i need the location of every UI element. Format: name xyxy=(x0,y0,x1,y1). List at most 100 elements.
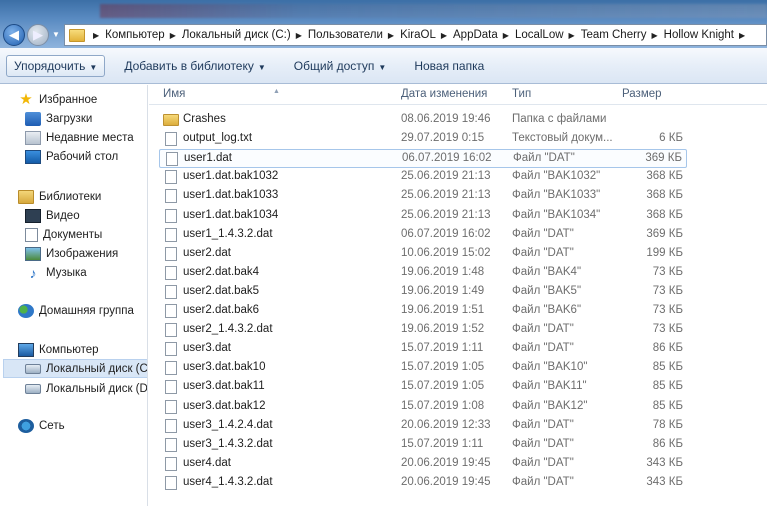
sort-ascending-icon: ▲ xyxy=(273,88,280,95)
breadcrumb-segment[interactable]: Компьютер xyxy=(105,29,165,41)
breadcrumb-separator-icon[interactable]: ▶ xyxy=(441,31,447,40)
file-date: 06.07.2019 16:02 xyxy=(401,227,491,240)
file-date: 10.06.2019 15:02 xyxy=(401,246,491,259)
nav-music[interactable]: ♪ Музыка xyxy=(25,263,87,282)
file-row[interactable]: user1.dat.bak1034 25.06.2019 21:13 Файл "B… xyxy=(159,207,687,226)
file-row[interactable]: user3.dat.bak10 15.07.2019 1:05 Файл "BAK1… xyxy=(159,359,687,378)
nav-network[interactable]: Сеть xyxy=(18,416,65,435)
folder-icon xyxy=(69,28,85,42)
file-type: Файл "DAT" xyxy=(512,437,574,450)
breadcrumb-segment[interactable]: KiraOL xyxy=(400,29,436,41)
file-row[interactable]: user1.dat.bak1033 25.06.2019 21:13 Файл "B… xyxy=(159,187,687,206)
file-row[interactable]: Crashes 08.06.2019 19:46 Папка с файлами xyxy=(159,111,687,130)
file-row[interactable]: user2.dat.bak5 19.06.2019 1:49 Файл "BAK5"… xyxy=(159,283,687,302)
nav-libraries[interactable]: Библиотеки xyxy=(18,187,101,206)
breadcrumb-separator-icon[interactable]: ▶ xyxy=(503,31,509,40)
breadcrumb-segment[interactable]: Team Cherry xyxy=(581,29,647,41)
file-row[interactable]: user3_1.4.2.4.dat 20.06.2019 12:33 Файл "D… xyxy=(159,417,687,436)
file-row[interactable]: user1.dat 06.07.2019 16:02 Файл "DAT" 369 К… xyxy=(159,149,687,169)
file-row[interactable]: user4.dat 20.06.2019 19:45 Файл "DAT" 343 К… xyxy=(159,455,687,474)
file-name: user2.dat.bak6 xyxy=(183,304,260,316)
file-row[interactable]: user1.dat.bak1032 25.06.2019 21:13 Файл "B… xyxy=(159,168,687,187)
file-row[interactable]: user3_1.4.3.2.dat 15.07.2019 1:11 Файл "DA… xyxy=(159,436,687,455)
file-icon xyxy=(165,170,177,185)
breadcrumb-segment[interactable]: LocalLow xyxy=(515,29,564,41)
file-size: 73 КБ xyxy=(652,304,683,316)
nav-video[interactable]: Видео xyxy=(25,206,80,225)
file-name: user3.dat.bak10 xyxy=(183,361,266,374)
file-icon xyxy=(165,246,177,261)
file-type: Файл "DAT" xyxy=(512,323,574,336)
breadcrumb-segment[interactable]: Локальный диск (C:) xyxy=(182,29,291,41)
column-header-name[interactable]: Имя xyxy=(163,88,185,100)
breadcrumb-separator-icon[interactable]: ▶ xyxy=(296,31,302,40)
file-icon xyxy=(165,304,177,318)
breadcrumb-separator-icon[interactable]: ▶ xyxy=(569,31,575,40)
file-icon xyxy=(165,227,177,242)
nav-computer[interactable]: Компьютер xyxy=(18,340,99,359)
file-row[interactable]: user3.dat 15.07.2019 1:11 Файл "DAT" 86 КБ xyxy=(159,340,687,359)
breadcrumb-separator-icon[interactable]: ▶ xyxy=(170,31,176,40)
nav-label: Домашняя группа xyxy=(39,304,134,317)
file-row[interactable]: user2.dat.bak4 19.06.2019 1:48 Файл "BAK4"… xyxy=(159,264,687,283)
nav-desktop[interactable]: Рабочий стол xyxy=(25,147,118,166)
file-icon xyxy=(165,418,177,433)
navigation-pane: ★ Избранное Загрузки Недавние места Рабоч… xyxy=(0,85,148,506)
add-to-library-button[interactable]: Добавить в библиотеку ▼ xyxy=(117,56,272,76)
file-name: user2.dat.bak5 xyxy=(183,284,260,297)
file-size: 85 КБ xyxy=(652,380,683,393)
file-name: user3.dat xyxy=(183,342,231,355)
file-type: Файл "DAT" xyxy=(512,227,574,240)
file-type: Папка с файлами xyxy=(512,113,607,125)
breadcrumb-segment[interactable]: Пользователи xyxy=(308,29,383,41)
file-date: 25.06.2019 21:13 xyxy=(401,208,491,221)
address-bar[interactable]: ▶ Компьютер ▶ Локальный диск (C:) ▶ Пользоват… xyxy=(64,24,767,46)
video-icon xyxy=(25,208,41,223)
nav-favorites[interactable]: ★ Избранное xyxy=(18,90,97,109)
file-icon xyxy=(166,152,178,167)
column-header-type[interactable]: Тип xyxy=(512,88,531,100)
nav-drive-d[interactable]: Локальный диск (D xyxy=(25,379,147,398)
nav-recent[interactable]: Недавние места xyxy=(25,128,134,147)
computer-icon xyxy=(18,342,34,357)
file-icon xyxy=(165,361,177,376)
share-button[interactable]: Общий доступ ▼ xyxy=(287,56,394,76)
breadcrumb-separator-icon[interactable]: ▶ xyxy=(93,31,99,40)
file-row[interactable]: user1_1.4.3.2.dat 06.07.2019 16:02 Файл "D… xyxy=(159,226,687,245)
file-row[interactable]: user2.dat.bak6 19.06.2019 1:51 Файл "BAK6"… xyxy=(159,302,687,321)
file-date: 08.06.2019 19:46 xyxy=(401,113,491,125)
forward-button[interactable]: ▶ xyxy=(27,24,49,46)
recent-pages-dropdown[interactable]: ▼ xyxy=(52,30,60,39)
breadcrumb-separator-icon[interactable]: ▶ xyxy=(388,31,394,40)
file-row[interactable]: user4_1.4.3.2.dat 20.06.2019 19:45 Файл "D… xyxy=(159,474,687,493)
nav-documents[interactable]: Документы xyxy=(25,225,102,244)
file-icon xyxy=(165,265,177,280)
file-size: 85 КБ xyxy=(652,361,683,374)
breadcrumb-separator-icon[interactable]: ▶ xyxy=(739,31,745,40)
homegroup-icon xyxy=(18,303,34,318)
downloads-icon xyxy=(25,111,41,126)
file-row[interactable]: user2.dat 10.06.2019 15:02 Файл "DAT" 199 К… xyxy=(159,245,687,264)
file-row[interactable]: output_log.txt 29.07.2019 0:15 Текстовый д… xyxy=(159,130,687,149)
nav-homegroup[interactable]: Домашняя группа xyxy=(18,301,134,320)
file-type: Файл "BAK10" xyxy=(512,361,588,374)
file-type: Файл "DAT" xyxy=(512,342,574,355)
nav-drive-c[interactable]: Локальный диск (C xyxy=(3,359,147,378)
column-header-date[interactable]: Дата изменения xyxy=(401,88,487,100)
back-button[interactable]: ◀ xyxy=(3,24,25,46)
file-date: 15.07.2019 1:11 xyxy=(401,437,484,450)
breadcrumb-separator-icon[interactable]: ▶ xyxy=(652,31,658,40)
organize-button[interactable]: Упорядочить ▼ xyxy=(6,54,106,77)
file-row[interactable]: user2_1.4.3.2.dat 19.06.2019 1:52 Файл "DA… xyxy=(159,321,687,340)
breadcrumb-segment[interactable]: Hollow Knight xyxy=(664,29,734,41)
column-headers: Имя ▲ Дата изменения Тип Размер xyxy=(149,85,767,105)
file-row[interactable]: user3.dat.bak12 15.07.2019 1:08 Файл "BAK1… xyxy=(159,398,687,417)
column-header-size[interactable]: Размер xyxy=(622,88,662,100)
images-icon xyxy=(25,246,41,261)
breadcrumb-segment[interactable]: AppData xyxy=(453,29,498,41)
nav-downloads[interactable]: Загрузки xyxy=(25,109,92,128)
file-name: user4_1.4.3.2.dat xyxy=(183,475,273,488)
new-folder-button[interactable]: Новая папка xyxy=(407,56,491,76)
nav-images[interactable]: Изображения xyxy=(25,244,118,263)
file-row[interactable]: user3.dat.bak11 15.07.2019 1:05 Файл "BAK1… xyxy=(159,378,687,397)
